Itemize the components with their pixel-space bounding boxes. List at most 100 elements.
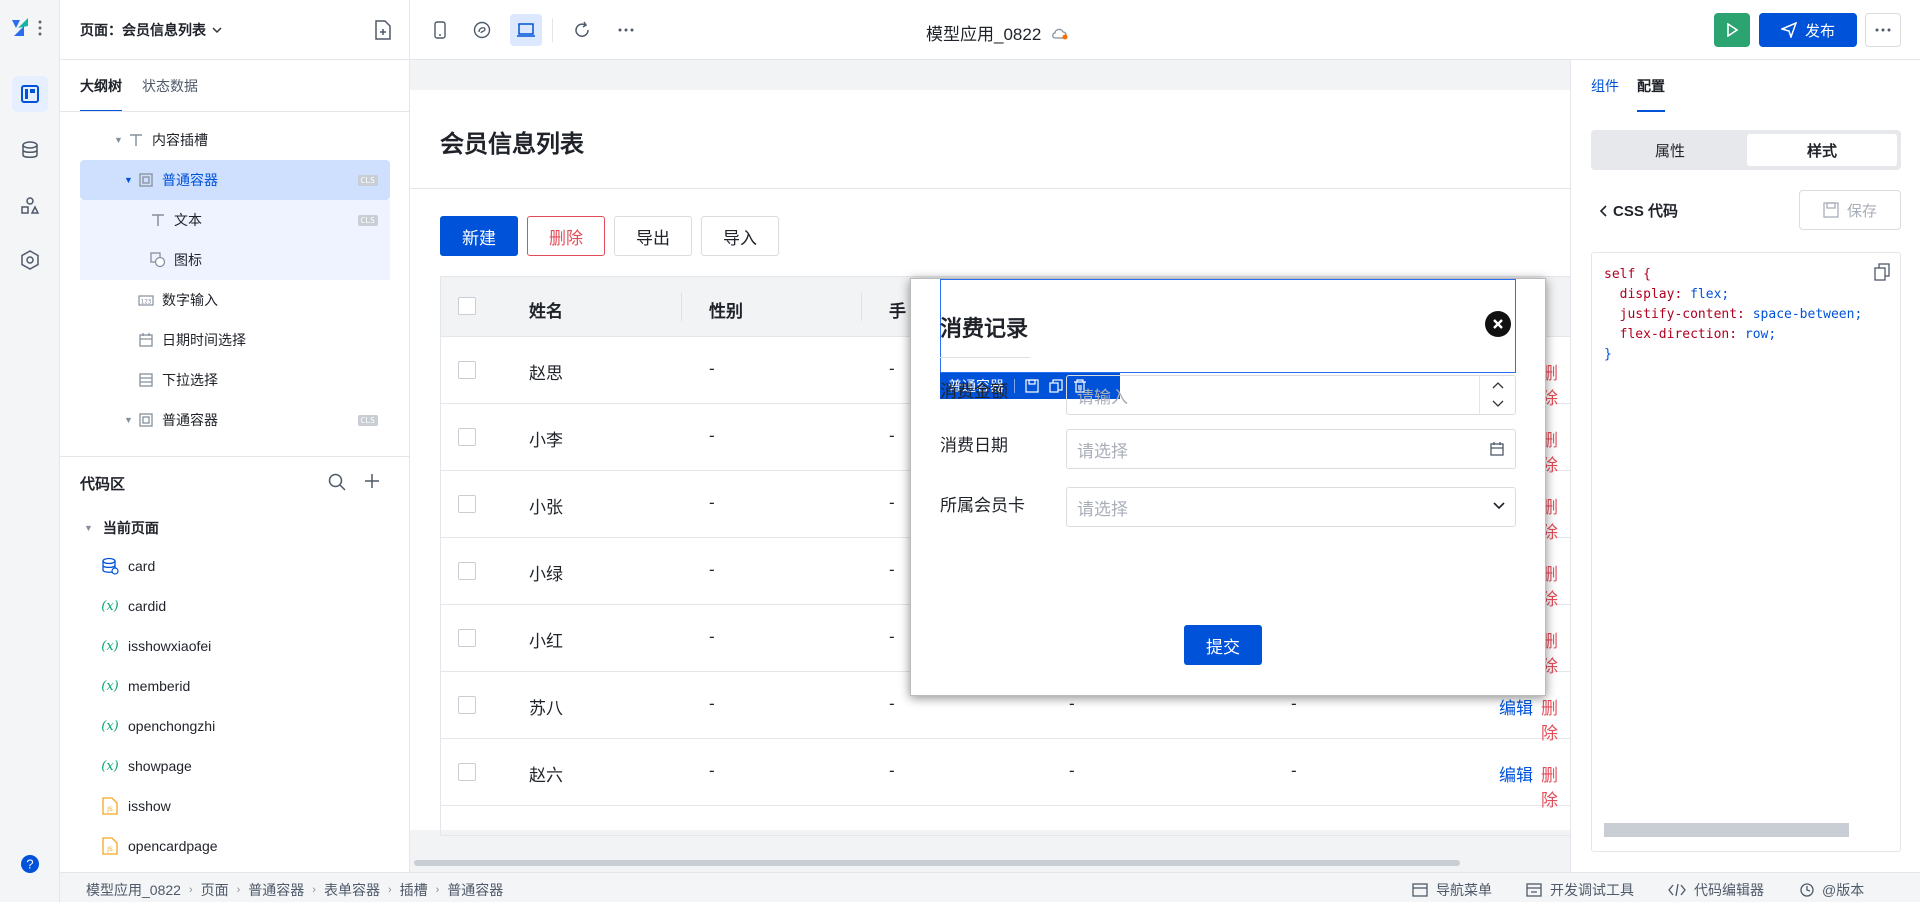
page-title: 会员信息列表 xyxy=(440,131,584,158)
calendar-icon[interactable] xyxy=(1489,441,1505,457)
current-page-group[interactable]: ▼ 当前页面 xyxy=(84,518,159,538)
chevron-up-icon[interactable] xyxy=(1492,381,1504,389)
code-item[interactable]: (x) cardid xyxy=(98,586,408,626)
row-checkbox[interactable] xyxy=(458,763,476,781)
breadcrumb-item[interactable]: 模型应用_0822 xyxy=(86,880,181,900)
copy-icon[interactable] xyxy=(1874,263,1890,281)
row-checkbox[interactable] xyxy=(458,696,476,714)
code-item[interactable]: (x) showpage xyxy=(98,746,408,786)
page-selector[interactable]: 页面：会员信息列表 xyxy=(80,20,222,40)
segment-styles[interactable]: 样式 xyxy=(1747,134,1897,166)
search-icon[interactable] xyxy=(328,473,346,491)
tab-state-data[interactable]: 状态数据 xyxy=(142,60,198,112)
row-checkbox[interactable] xyxy=(458,428,476,446)
database-icon[interactable] xyxy=(12,132,48,168)
new-button[interactable]: 新建 xyxy=(440,216,518,256)
import-button[interactable]: 导入 xyxy=(701,216,779,256)
caret-down-icon[interactable]: ▼ xyxy=(114,135,126,145)
breadcrumb-item[interactable]: 页面 xyxy=(201,880,229,900)
code-item[interactable]: (x) isshowxiaofei xyxy=(98,626,408,666)
code-item[interactable]: JS isshow xyxy=(98,786,408,826)
select-all-checkbox[interactable] xyxy=(458,297,476,315)
table-row[interactable]: 赵六 - - - - 编辑 删除 xyxy=(441,739,1570,810)
code-editor-toggle[interactable]: 代码编辑器 xyxy=(1668,880,1764,900)
app-logo[interactable] xyxy=(10,14,46,42)
breadcrumb-item[interactable]: 插槽 xyxy=(400,880,428,900)
code-area-title: 代码区 xyxy=(80,476,126,493)
amount-input[interactable]: 请输入 xyxy=(1066,375,1516,415)
code-line-key: self { xyxy=(1604,267,1651,282)
chevron-down-icon[interactable] xyxy=(1492,400,1504,408)
segment-properties[interactable]: 属性 xyxy=(1595,134,1745,166)
cell-name: 小绿 xyxy=(529,565,563,584)
add-page-icon[interactable] xyxy=(374,20,392,40)
tree-node[interactable]: 日期时间选择 xyxy=(80,320,390,360)
css-code-editor[interactable]: self { display: flex; justify-content: s… xyxy=(1591,252,1901,852)
row-checkbox[interactable] xyxy=(458,495,476,513)
delete-button[interactable]: 删除 xyxy=(527,216,605,256)
run-button[interactable] xyxy=(1714,13,1750,47)
row-delete-link[interactable]: 删除 xyxy=(1541,694,1570,744)
tree-node[interactable]: 图标 xyxy=(80,240,390,280)
refresh-icon[interactable] xyxy=(566,14,598,46)
components-icon[interactable] xyxy=(12,188,48,224)
breadcrumb-item[interactable]: 普通容器 xyxy=(248,880,304,900)
help-icon[interactable]: ? xyxy=(20,854,40,874)
code-item[interactable]: (x) openchongzhi xyxy=(98,706,408,746)
tab-components[interactable]: 组件 xyxy=(1591,60,1619,112)
tree-node[interactable]: ▼ 普通容器 CLS xyxy=(80,400,390,440)
tree-node[interactable]: 123 数字输入 xyxy=(80,280,390,320)
close-icon[interactable] xyxy=(1485,311,1511,337)
row-edit-link[interactable]: 编辑 xyxy=(1499,694,1533,719)
cell-gender: - xyxy=(709,694,715,713)
code-item[interactable]: JS opencardpage xyxy=(98,826,408,866)
settings-hex-icon[interactable] xyxy=(12,242,48,278)
chevron-left-icon[interactable] xyxy=(1599,204,1607,217)
date-picker[interactable]: 请选择 xyxy=(1066,429,1516,469)
submit-button[interactable]: 提交 xyxy=(1184,625,1262,665)
copy-icon[interactable] xyxy=(1049,379,1063,393)
number-stepper[interactable] xyxy=(1479,376,1515,414)
tree-node[interactable]: ▼ 内容插槽 xyxy=(80,120,390,160)
row-delete-link[interactable]: 删除 xyxy=(1541,761,1570,811)
tree-node-selected[interactable]: ▼ 普通容器 CLS xyxy=(80,160,390,200)
save-icon[interactable] xyxy=(1025,379,1039,393)
tree-node-label: 图标 xyxy=(174,252,202,268)
tree-node[interactable]: 文本 CLS xyxy=(80,200,390,240)
dev-tools-toggle[interactable]: 开发调试工具 xyxy=(1526,880,1634,900)
tab-config[interactable]: 配置 xyxy=(1637,60,1665,112)
css-code-header[interactable]: CSS 代码 xyxy=(1599,200,1678,221)
current-page-label: 当前页面 xyxy=(102,520,159,536)
nav-menu-toggle[interactable]: 导航菜单 xyxy=(1412,880,1492,900)
editor-horizontal-scrollbar[interactable] xyxy=(1604,823,1849,837)
tab-outline[interactable]: 大纲树 xyxy=(80,60,122,112)
more-horizontal-icon[interactable] xyxy=(610,14,642,46)
canvas-horizontal-scrollbar[interactable] xyxy=(414,860,1460,866)
publish-button[interactable]: 发布 xyxy=(1759,13,1857,47)
row-checkbox[interactable] xyxy=(458,562,476,580)
code-item[interactable]: (x) memberid xyxy=(98,666,408,706)
caret-down-icon[interactable]: ▼ xyxy=(124,415,136,425)
version-info[interactable]: @版本 xyxy=(1800,880,1864,900)
add-icon[interactable] xyxy=(364,473,380,489)
breadcrumb-item[interactable]: 表单容器 xyxy=(324,880,380,900)
row-checkbox[interactable] xyxy=(458,629,476,647)
tree-node[interactable]: 下拉选择 xyxy=(80,360,390,400)
variable-icon: (x) xyxy=(101,678,119,694)
breadcrumb-item[interactable]: 普通容器 xyxy=(447,880,503,900)
mini-program-icon[interactable] xyxy=(466,14,498,46)
save-button[interactable]: 保存 xyxy=(1799,190,1901,230)
export-button[interactable]: 导出 xyxy=(614,216,692,256)
code-line: self { xyxy=(1604,265,1888,285)
row-edit-link[interactable]: 编辑 xyxy=(1499,761,1533,786)
title-underline xyxy=(940,357,1030,358)
row-checkbox[interactable] xyxy=(458,361,476,379)
more-menu-icon[interactable] xyxy=(1865,13,1901,47)
desktop-view-icon[interactable] xyxy=(510,14,542,46)
chevron-down-icon[interactable] xyxy=(1493,502,1505,510)
code-item[interactable]: card xyxy=(98,546,408,586)
caret-down-icon[interactable]: ▼ xyxy=(124,175,136,185)
member-card-select[interactable]: 请选择 xyxy=(1066,487,1516,527)
outline-icon[interactable] xyxy=(12,76,48,112)
mobile-view-icon[interactable] xyxy=(424,14,456,46)
